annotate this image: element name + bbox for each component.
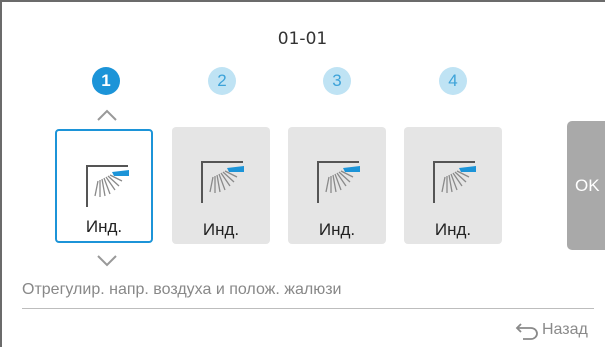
tile-label: Инд. [318,220,356,239]
ok-button[interactable]: OK [567,121,605,250]
tile-label: Инд. [434,220,472,239]
unit-number-2[interactable]: 2 [208,67,236,95]
hint-text: Отрегулир. напр. воздуха и полож. жалюзи [22,281,342,298]
chevron-down-icon[interactable] [96,254,118,268]
chevron-up-icon[interactable] [96,108,118,122]
divider [22,308,594,309]
ok-button-label: OK [575,175,600,195]
back-label: Назад [542,321,588,338]
louver-position-icon [433,161,476,203]
unit-tile-4[interactable]: Инд. [404,127,502,244]
tile-label: Инд. [202,220,240,239]
unit-number-1[interactable]: 1 [92,67,120,95]
louver-position-icon [317,161,360,203]
page-title: 01-01 [277,29,328,49]
unit-number-4[interactable]: 4 [439,67,467,95]
back-button[interactable]: Назад [514,319,588,341]
unit-tile-2[interactable]: Инд. [172,127,270,244]
tile-label: Инд. [85,217,123,236]
back-arrow-icon [515,323,538,340]
unit-tile-1[interactable]: Инд. [55,129,153,243]
unit-tile-3[interactable]: Инд. [288,127,386,244]
louver-position-icon [86,165,129,207]
louver-position-icon [201,161,244,203]
unit-number-3[interactable]: 3 [323,67,351,95]
